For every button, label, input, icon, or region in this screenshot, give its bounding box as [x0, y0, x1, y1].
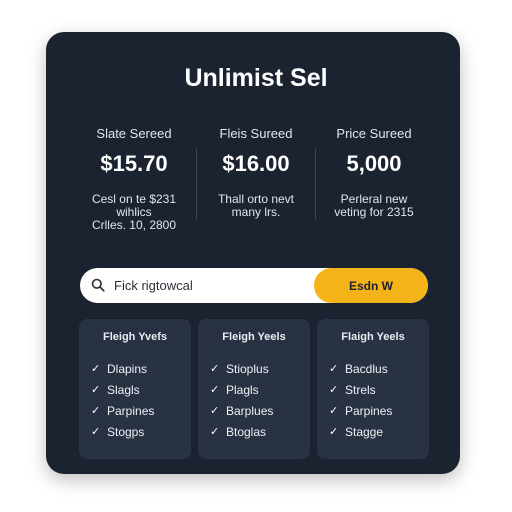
- description-line: many lrs.: [231, 205, 281, 219]
- column-description: Perleral new veting for 2315: [314, 193, 434, 219]
- feature-list: ✓ Bacdlus ✓ Strels ✓ Parpines ✓ Stagge: [329, 358, 392, 442]
- checkmark-icon: ✓: [91, 384, 101, 396]
- checkmark-icon: ✓: [210, 405, 220, 417]
- panel-heading: Flaigh Yeels: [341, 331, 405, 343]
- feature-list: ✓ Stioplus ✓ Plagls ✓ Barplues ✓ Btoglas: [210, 358, 273, 442]
- checkmark-icon: ✓: [210, 426, 220, 438]
- item-label: Slagls: [107, 382, 140, 397]
- checkmark-icon: ✓: [329, 426, 339, 438]
- column-price: 5,000: [346, 151, 402, 176]
- checkmark-icon: ✓: [329, 405, 339, 417]
- checkmark-icon: ✓: [210, 363, 220, 375]
- list-item: ✓ Barplues: [210, 400, 273, 421]
- checkmark-icon: ✓: [329, 363, 339, 375]
- item-label: Parpines: [345, 403, 393, 418]
- search-button[interactable]: Esdn W: [314, 268, 428, 303]
- search-bar: Esdn W: [80, 268, 428, 303]
- column-price: $15.70: [100, 151, 168, 176]
- list-item: ✓ Parpines: [329, 400, 392, 421]
- list-item: ✓ Btoglas: [210, 421, 273, 442]
- list-item: ✓ Parpines: [91, 400, 154, 421]
- item-label: Stagge: [345, 424, 384, 439]
- column-label: Slate Sereed: [96, 126, 172, 141]
- item-label: Bacdlus: [345, 361, 388, 376]
- item-label: Dlapins: [107, 361, 148, 376]
- column-description: Thall orto nevt many lrs.: [196, 193, 316, 219]
- feature-panel-2: Fleigh Yeels ✓ Stioplus ✓ Plagls ✓ Barplues…: [198, 319, 310, 459]
- item-label: Stioplus: [226, 361, 269, 376]
- list-item: ✓ Plagls: [210, 379, 273, 400]
- checkmark-icon: ✓: [91, 363, 101, 375]
- page-title: Unlimist Sel: [184, 64, 328, 92]
- feature-panel-1: Fleigh Yvefs ✓ Dlapins ✓ Slagls ✓ Parpines …: [79, 319, 191, 459]
- checkmark-icon: ✓: [210, 384, 220, 396]
- item-label: Parpines: [107, 403, 155, 418]
- checkmark-icon: ✓: [329, 384, 339, 396]
- list-item: ✓ Strels: [329, 379, 392, 400]
- item-label: Plagls: [226, 382, 259, 397]
- list-item: ✓ Stogps: [91, 421, 154, 442]
- list-item: ✓ Stioplus: [210, 358, 273, 379]
- checkmark-icon: ✓: [91, 405, 101, 417]
- column-price: $16.00: [222, 151, 290, 176]
- search-input[interactable]: [114, 268, 314, 303]
- list-item: ✓ Stagge: [329, 421, 392, 442]
- list-item: ✓ Bacdlus: [329, 358, 392, 379]
- list-item: ✓ Slagls: [91, 379, 154, 400]
- feature-list: ✓ Dlapins ✓ Slagls ✓ Parpines ✓ Stogps: [91, 358, 154, 442]
- item-label: Btoglas: [226, 424, 267, 439]
- panel-heading: Fleigh Yvefs: [103, 331, 167, 343]
- column-label: Fleis Sureed: [219, 126, 293, 141]
- item-label: Strels: [345, 382, 376, 397]
- item-label: Stogps: [107, 424, 145, 439]
- description-line: Crlles. 10, 2800: [91, 218, 177, 232]
- panel-heading: Fleigh Yeels: [222, 331, 286, 343]
- list-item: ✓ Dlapins: [91, 358, 154, 379]
- column-description: Cesl on te $231 wihlics Crlles. 10, 2800: [74, 193, 194, 232]
- checkmark-icon: ✓: [91, 426, 101, 438]
- feature-panel-3: Flaigh Yeels ✓ Bacdlus ✓ Strels ✓ Parpines …: [317, 319, 429, 459]
- search-icon: [91, 278, 105, 292]
- description-line: veting for 2315: [334, 205, 414, 219]
- item-label: Barplues: [226, 403, 274, 418]
- column-label: Price Sureed: [336, 126, 412, 141]
